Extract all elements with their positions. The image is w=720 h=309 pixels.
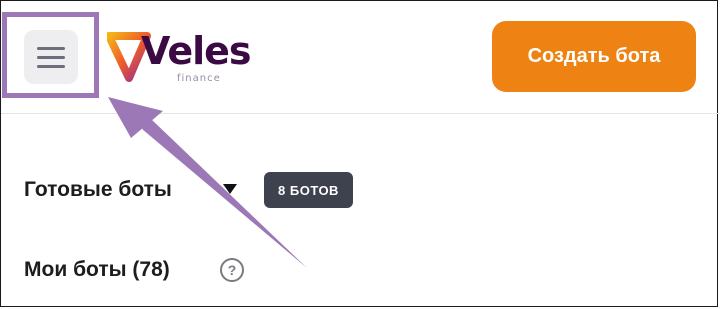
veles-logo[interactable]: Veles finance <box>107 28 252 86</box>
question-circle-icon[interactable]: ? <box>220 258 244 282</box>
logo-wordmark: Veles <box>141 29 252 73</box>
logo-subtitle: finance <box>177 73 221 84</box>
hamburger-menu-icon-line <box>37 65 65 68</box>
menu-button[interactable] <box>24 30 78 84</box>
caret-down-icon[interactable] <box>223 184 237 194</box>
create-bot-button[interactable]: Создать бота <box>492 21 696 92</box>
ready-bots-title[interactable]: Готовые боты <box>24 178 172 202</box>
bots-count-badge: 8 БОТОВ <box>264 172 353 208</box>
hamburger-menu-icon-line <box>37 56 65 59</box>
my-bots-title[interactable]: Мои боты (78) <box>24 258 170 282</box>
header-divider <box>1 113 719 114</box>
hamburger-menu-icon <box>37 47 65 50</box>
